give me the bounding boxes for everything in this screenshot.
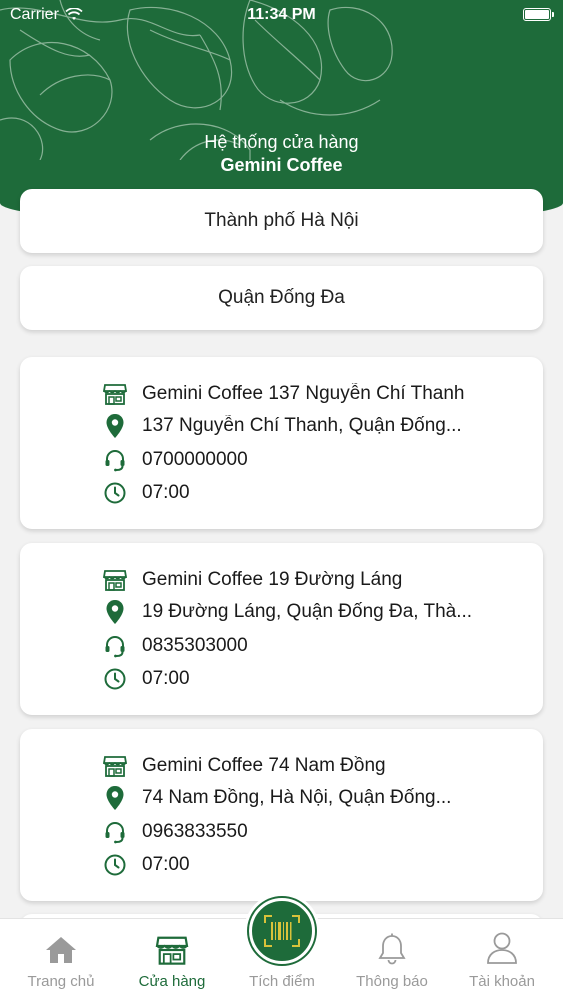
barcode-scan-icon bbox=[264, 915, 300, 947]
tab-notifications-label: Thông báo bbox=[356, 973, 428, 990]
district-select-label: Quận Đống Đa bbox=[218, 287, 345, 308]
tab-stores[interactable]: Cửa hàng bbox=[116, 919, 228, 1000]
store-card[interactable]: Gemini Coffee 19 Đường Láng 19 Đường Lán… bbox=[20, 543, 543, 715]
home-icon bbox=[46, 937, 76, 963]
store-name: Gemini Coffee 74 Nam Đồng bbox=[142, 755, 386, 776]
user-icon bbox=[487, 932, 517, 964]
city-select-label: Thành phố Hà Nội bbox=[204, 210, 359, 231]
location-pin-icon bbox=[102, 413, 128, 439]
tab-account-label: Tài khoản bbox=[469, 973, 535, 990]
store-card[interactable]: Gemini Coffee 74 Nam Đồng 74 Nam Đồng, H… bbox=[20, 729, 543, 901]
location-pin-icon bbox=[102, 599, 128, 625]
status-bar: Carrier 11:34 PM bbox=[0, 0, 563, 30]
tab-stores-label: Cửa hàng bbox=[138, 973, 206, 990]
tab-account[interactable]: Tài khoản bbox=[446, 919, 558, 1000]
store-name: Gemini Coffee 137 Nguyễn Chí Thanh bbox=[142, 383, 465, 404]
store-icon bbox=[155, 936, 189, 965]
district-select[interactable]: Quận Đống Đa bbox=[20, 266, 543, 330]
store-open-time: 07:00 bbox=[142, 668, 190, 689]
store-open-time: 07:00 bbox=[142, 482, 190, 503]
headset-icon bbox=[102, 447, 128, 473]
store-icon bbox=[102, 753, 128, 779]
clock-icon bbox=[102, 480, 128, 506]
store-name: Gemini Coffee 19 Đường Láng bbox=[142, 569, 403, 590]
store-address: 74 Nam Đồng, Hà Nội, Quận Đống... bbox=[142, 787, 452, 808]
headset-icon bbox=[102, 633, 128, 659]
tab-home[interactable]: Trang chủ bbox=[5, 919, 117, 1000]
bell-icon bbox=[378, 933, 406, 965]
page-title-line1: Hệ thống cửa hàng bbox=[204, 132, 359, 152]
store-address: 137 Nguyễn Chí Thanh, Quận Đống... bbox=[142, 415, 462, 436]
store-icon bbox=[102, 567, 128, 593]
scan-points-button[interactable] bbox=[244, 893, 320, 969]
store-icon bbox=[102, 381, 128, 407]
status-time: 11:34 PM bbox=[247, 6, 316, 23]
city-select[interactable]: Thành phố Hà Nội bbox=[20, 189, 543, 253]
page-title: Hệ thống cửa hàng Gemini Coffee bbox=[0, 132, 563, 176]
headset-icon bbox=[102, 819, 128, 845]
store-phone[interactable]: 0700000000 bbox=[142, 449, 248, 471]
clock-icon bbox=[102, 666, 128, 692]
store-open-time: 07:00 bbox=[142, 854, 190, 875]
store-phone[interactable]: 0835303000 bbox=[142, 635, 248, 657]
clock-icon bbox=[102, 852, 128, 878]
location-pin-icon bbox=[102, 785, 128, 811]
store-address: 19 Đường Láng, Quận Đống Đa, Thà... bbox=[142, 601, 473, 622]
tab-notifications[interactable]: Thông báo bbox=[336, 919, 448, 1000]
battery-icon bbox=[523, 8, 554, 21]
tab-home-label: Trang chủ bbox=[27, 973, 95, 990]
store-phone[interactable]: 0963833550 bbox=[142, 821, 248, 843]
store-card[interactable]: Gemini Coffee 137 Nguyễn Chí Thanh 137 N… bbox=[20, 357, 543, 529]
page-title-line2: Gemini Coffee bbox=[220, 155, 343, 175]
tab-points-label: Tích điểm bbox=[249, 973, 315, 990]
